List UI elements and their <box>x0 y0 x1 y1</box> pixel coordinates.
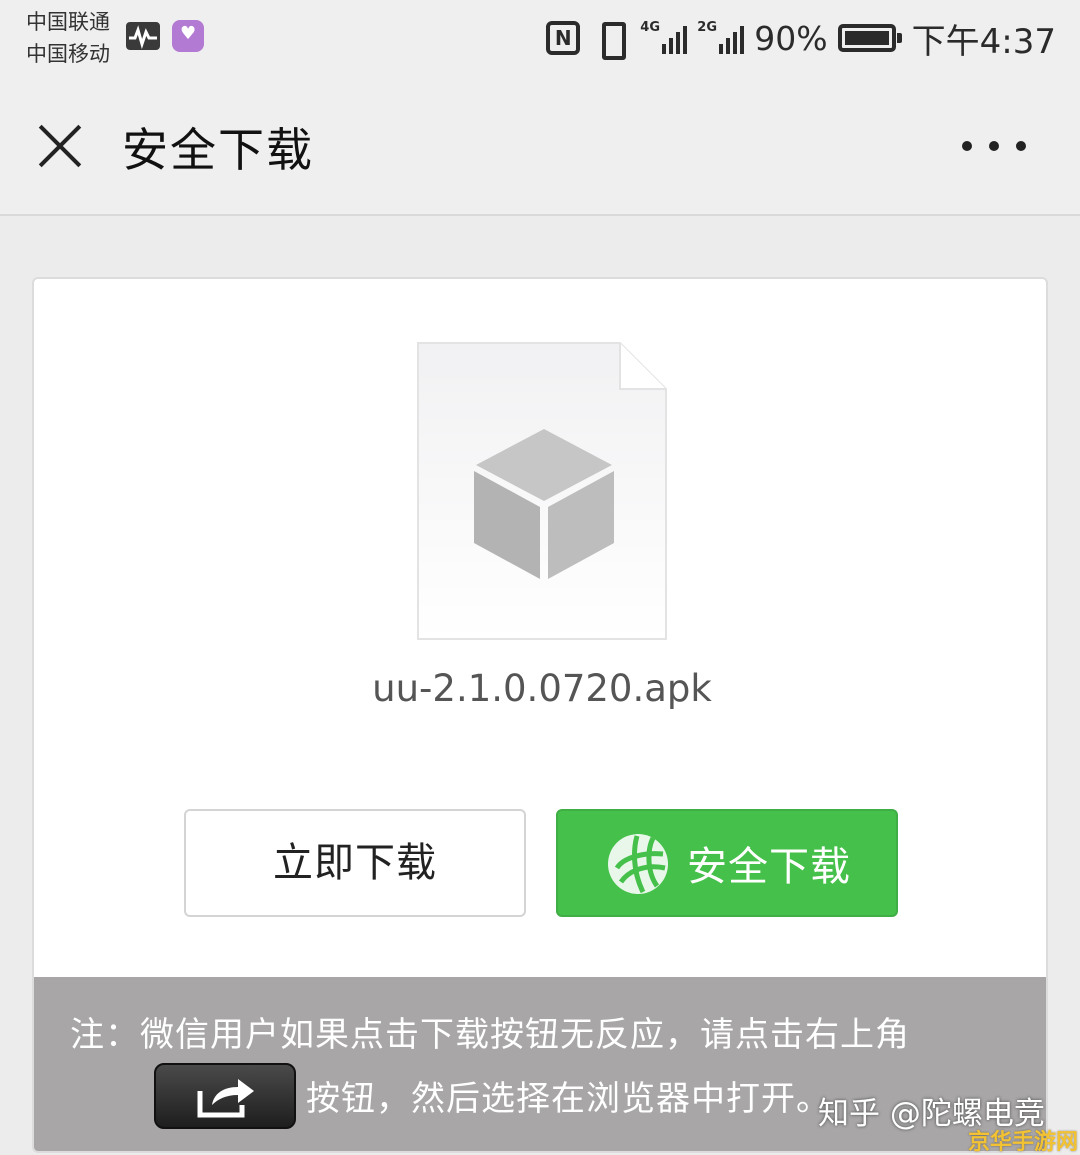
title-bar: 安全下载 <box>0 78 1080 216</box>
app-heart-icon <box>172 20 204 52</box>
safe-download-button[interactable]: 安全下载 <box>556 809 898 917</box>
shield-icon <box>608 834 668 894</box>
close-icon[interactable] <box>36 122 84 170</box>
battery-percent: 90% <box>754 18 828 58</box>
more-icon[interactable] <box>962 134 1026 158</box>
download-card: uu-2.1.0.0720.apk 立即下载 安全下载 注：微信用户如果点击下载… <box>32 277 1048 1153</box>
signal-icon: 2G <box>697 20 745 54</box>
vibrate-icon <box>590 20 630 60</box>
share-icon <box>154 1063 296 1129</box>
carrier-1: 中国联通 <box>26 10 110 34</box>
network-type-2: 2G <box>697 20 717 35</box>
nfc-icon: N <box>546 21 581 55</box>
network-type-1: 4G <box>640 20 660 35</box>
status-bar: 中国联通 中国移动 N 4G 2G 90% 下午4:37 <box>0 0 1080 78</box>
package-box-icon <box>416 341 668 641</box>
signal-icon: 4G <box>640 20 688 54</box>
download-now-button[interactable]: 立即下载 <box>184 809 526 917</box>
notice-line-2: 按钮，然后选择在浏览器中打开。 <box>306 1079 831 1119</box>
safe-download-label: 安全下载 <box>687 844 851 890</box>
status-icons: N 4G 2G 90% 下午4:37 <box>546 14 1056 62</box>
watermark-site: 京华手游网 <box>968 1130 1079 1155</box>
carrier-names: 中国联通 中国移动 <box>26 6 110 70</box>
page-title: 安全下载 <box>122 123 314 177</box>
clock: 下午4:37 <box>911 21 1056 62</box>
battery-icon <box>837 24 902 52</box>
activity-icon <box>126 22 160 50</box>
notice-line-1: 注：微信用户如果点击下载按钮无反应，请点击右上角 <box>70 1015 910 1055</box>
carrier-2: 中国移动 <box>26 42 110 66</box>
file-name: uu-2.1.0.0720.apk <box>372 667 712 710</box>
